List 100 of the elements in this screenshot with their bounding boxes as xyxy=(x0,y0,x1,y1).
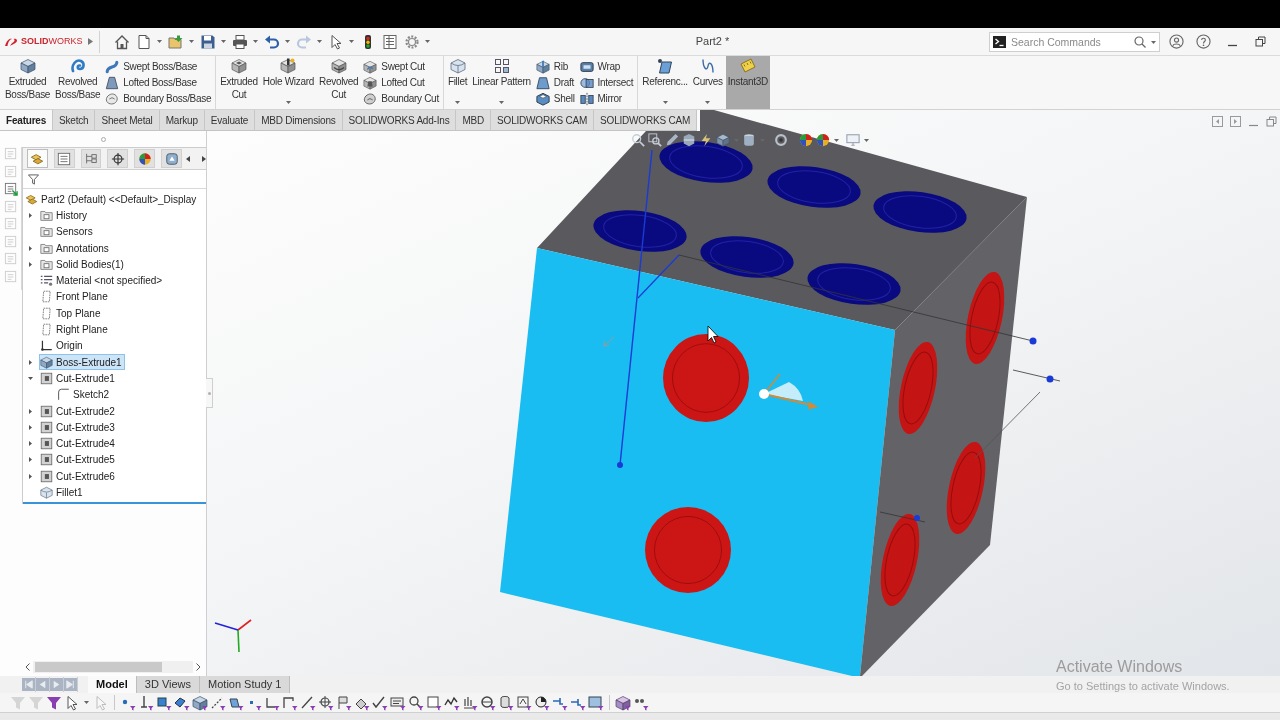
grip-dot-icon[interactable] xyxy=(100,136,106,142)
restore-icon[interactable] xyxy=(1255,36,1266,47)
help-icon[interactable] xyxy=(1196,34,1211,49)
panel-tab[interactable] xyxy=(80,149,102,168)
expand-arrow-icon[interactable] xyxy=(28,245,33,251)
caret-icon[interactable] xyxy=(834,138,839,142)
expand-arrow-icon[interactable] xyxy=(28,424,33,430)
gear-icon[interactable] xyxy=(404,33,420,50)
expand-arrow-icon[interactable] xyxy=(28,408,33,414)
tree-item[interactable]: Sensors xyxy=(39,223,96,240)
rollback-bar[interactable] xyxy=(23,501,206,504)
zigzag-filter-icon[interactable] xyxy=(444,694,460,711)
caret-icon[interactable] xyxy=(455,101,461,104)
arrow-cursor-icon[interactable] xyxy=(328,33,344,50)
ribbon-button[interactable]: Referenc... xyxy=(640,56,690,109)
pencil-icon[interactable] xyxy=(665,133,679,147)
caret-icon[interactable] xyxy=(1151,40,1156,44)
color-sphere-icon[interactable] xyxy=(799,133,813,147)
caret-icon[interactable] xyxy=(425,40,430,43)
picture-filter-icon[interactable] xyxy=(588,694,604,711)
caret-icon[interactable] xyxy=(157,40,162,43)
ribbon-button[interactable]: Linear Pattern xyxy=(470,56,533,109)
caret-icon[interactable] xyxy=(285,40,290,43)
caret-icon[interactable] xyxy=(705,101,711,104)
sliced-cube-icon[interactable] xyxy=(682,133,696,147)
tree-item[interactable]: Fillet1 xyxy=(39,484,86,501)
ribbon-button[interactable]: Curves xyxy=(690,56,725,109)
square-outline-filter-icon[interactable] xyxy=(516,694,532,711)
ribbon-button[interactable]: Extruded Cut xyxy=(218,56,260,109)
user-icon[interactable] xyxy=(1169,34,1184,49)
ribbon-button[interactable]: Swept Boss/Base xyxy=(105,59,212,74)
tree-item[interactable]: Right Plane xyxy=(39,321,111,338)
tab[interactable]: 3D Views xyxy=(136,676,201,693)
lightning-icon[interactable] xyxy=(699,133,713,147)
bracket-filter-icon[interactable] xyxy=(282,694,298,711)
diagonal-line-filter-icon[interactable] xyxy=(300,694,316,711)
ribbon-button[interactable]: Instant3D xyxy=(725,56,770,109)
tree-item[interactable]: Sketch2 xyxy=(56,386,113,403)
tree-item[interactable]: Cut-Extrude5 xyxy=(39,451,118,468)
cube-filter-icon[interactable] xyxy=(615,694,631,711)
tab[interactable]: Model xyxy=(88,676,137,693)
sketch-point[interactable] xyxy=(617,462,623,468)
ribbon-button[interactable]: Wrap xyxy=(579,59,634,74)
magnifier-icon[interactable] xyxy=(648,133,662,147)
expand-arrow-icon[interactable] xyxy=(28,441,33,447)
sketch-point[interactable] xyxy=(1029,337,1037,345)
tree-item[interactable]: Material <not specified> xyxy=(39,272,166,289)
ribbon-button[interactable]: Shell xyxy=(535,91,575,106)
ribbon-button[interactable]: Hole Wizard xyxy=(260,56,316,109)
tree-item[interactable]: Front Plane xyxy=(39,288,111,305)
ribbon-button[interactable]: Extruded Boss/Base xyxy=(3,56,53,109)
caret-icon[interactable] xyxy=(349,40,354,43)
tree-item[interactable]: Annotations xyxy=(39,240,112,257)
cube-filter-icon[interactable] xyxy=(192,694,208,711)
caret-icon[interactable] xyxy=(221,40,226,43)
scroll-right-icon[interactable] xyxy=(201,155,206,162)
ribbon-button[interactable]: Revolved Cut xyxy=(317,56,361,109)
front-face[interactable] xyxy=(500,248,895,676)
ring-filter-icon[interactable] xyxy=(480,694,496,711)
flag-filter-icon[interactable] xyxy=(336,694,352,711)
cube-icon[interactable] xyxy=(716,133,730,147)
tree-item[interactable]: History xyxy=(39,207,91,224)
expand-arrow-icon[interactable] xyxy=(28,261,33,267)
ribbon-button[interactable]: Swept Cut xyxy=(363,59,439,74)
skip-start-icon[interactable] xyxy=(22,677,36,692)
ribbon-button[interactable]: Boundary Boss/Base xyxy=(105,91,212,106)
rotation-handle[interactable] xyxy=(759,373,818,410)
expand-arrow-icon[interactable] xyxy=(28,473,33,479)
ribbon-button[interactable]: Rib xyxy=(535,59,575,74)
caret-icon[interactable] xyxy=(285,101,291,104)
arrow-cursor-icon[interactable] xyxy=(64,694,80,711)
caret-icon[interactable] xyxy=(662,101,668,104)
ribbon-button[interactable]: Lofted Boss/Base xyxy=(105,75,212,90)
tree-item[interactable]: Part2 (Default) <<Default>_Display xyxy=(24,191,200,208)
tree-item[interactable]: Solid Bodies(1) xyxy=(39,256,127,273)
ribbon-button[interactable]: Draft xyxy=(535,75,575,90)
tab[interactable]: Features xyxy=(0,110,54,130)
ribbon-button[interactable]: Intersect xyxy=(579,75,634,90)
magnifier-icon[interactable] xyxy=(631,133,645,147)
square-outline-filter-icon[interactable] xyxy=(426,694,442,711)
eye-ring-icon[interactable] xyxy=(774,133,788,147)
pie-filter-icon[interactable] xyxy=(534,694,550,711)
hatch-filter-icon[interactable] xyxy=(462,694,478,711)
panel-tab[interactable] xyxy=(27,149,48,168)
tree-item[interactable]: Boss-Extrude1 xyxy=(39,354,125,371)
crosshair-filter-icon[interactable] xyxy=(318,694,334,711)
open-folder-icon[interactable] xyxy=(168,33,184,50)
expand-arrow-icon[interactable] xyxy=(28,359,33,365)
search-field[interactable]: Search Commands xyxy=(989,31,1160,52)
ribbon-button[interactable]: Boundary Cut xyxy=(363,91,439,106)
panel-left-icon[interactable] xyxy=(1212,116,1223,127)
tree-item[interactable]: Cut-Extrude4 xyxy=(39,435,118,452)
collapse-arrow-icon[interactable] xyxy=(28,375,33,381)
ribbon-button[interactable]: Fillet xyxy=(445,56,470,109)
sketch-line[interactable] xyxy=(637,254,680,299)
printer-icon[interactable] xyxy=(232,33,248,50)
expand-arrow-icon[interactable] xyxy=(28,457,33,463)
square-filter-icon[interactable] xyxy=(156,694,172,711)
tab[interactable]: Motion Study 1 xyxy=(200,676,291,693)
ribbon-button[interactable]: Lofted Cut xyxy=(363,75,439,90)
